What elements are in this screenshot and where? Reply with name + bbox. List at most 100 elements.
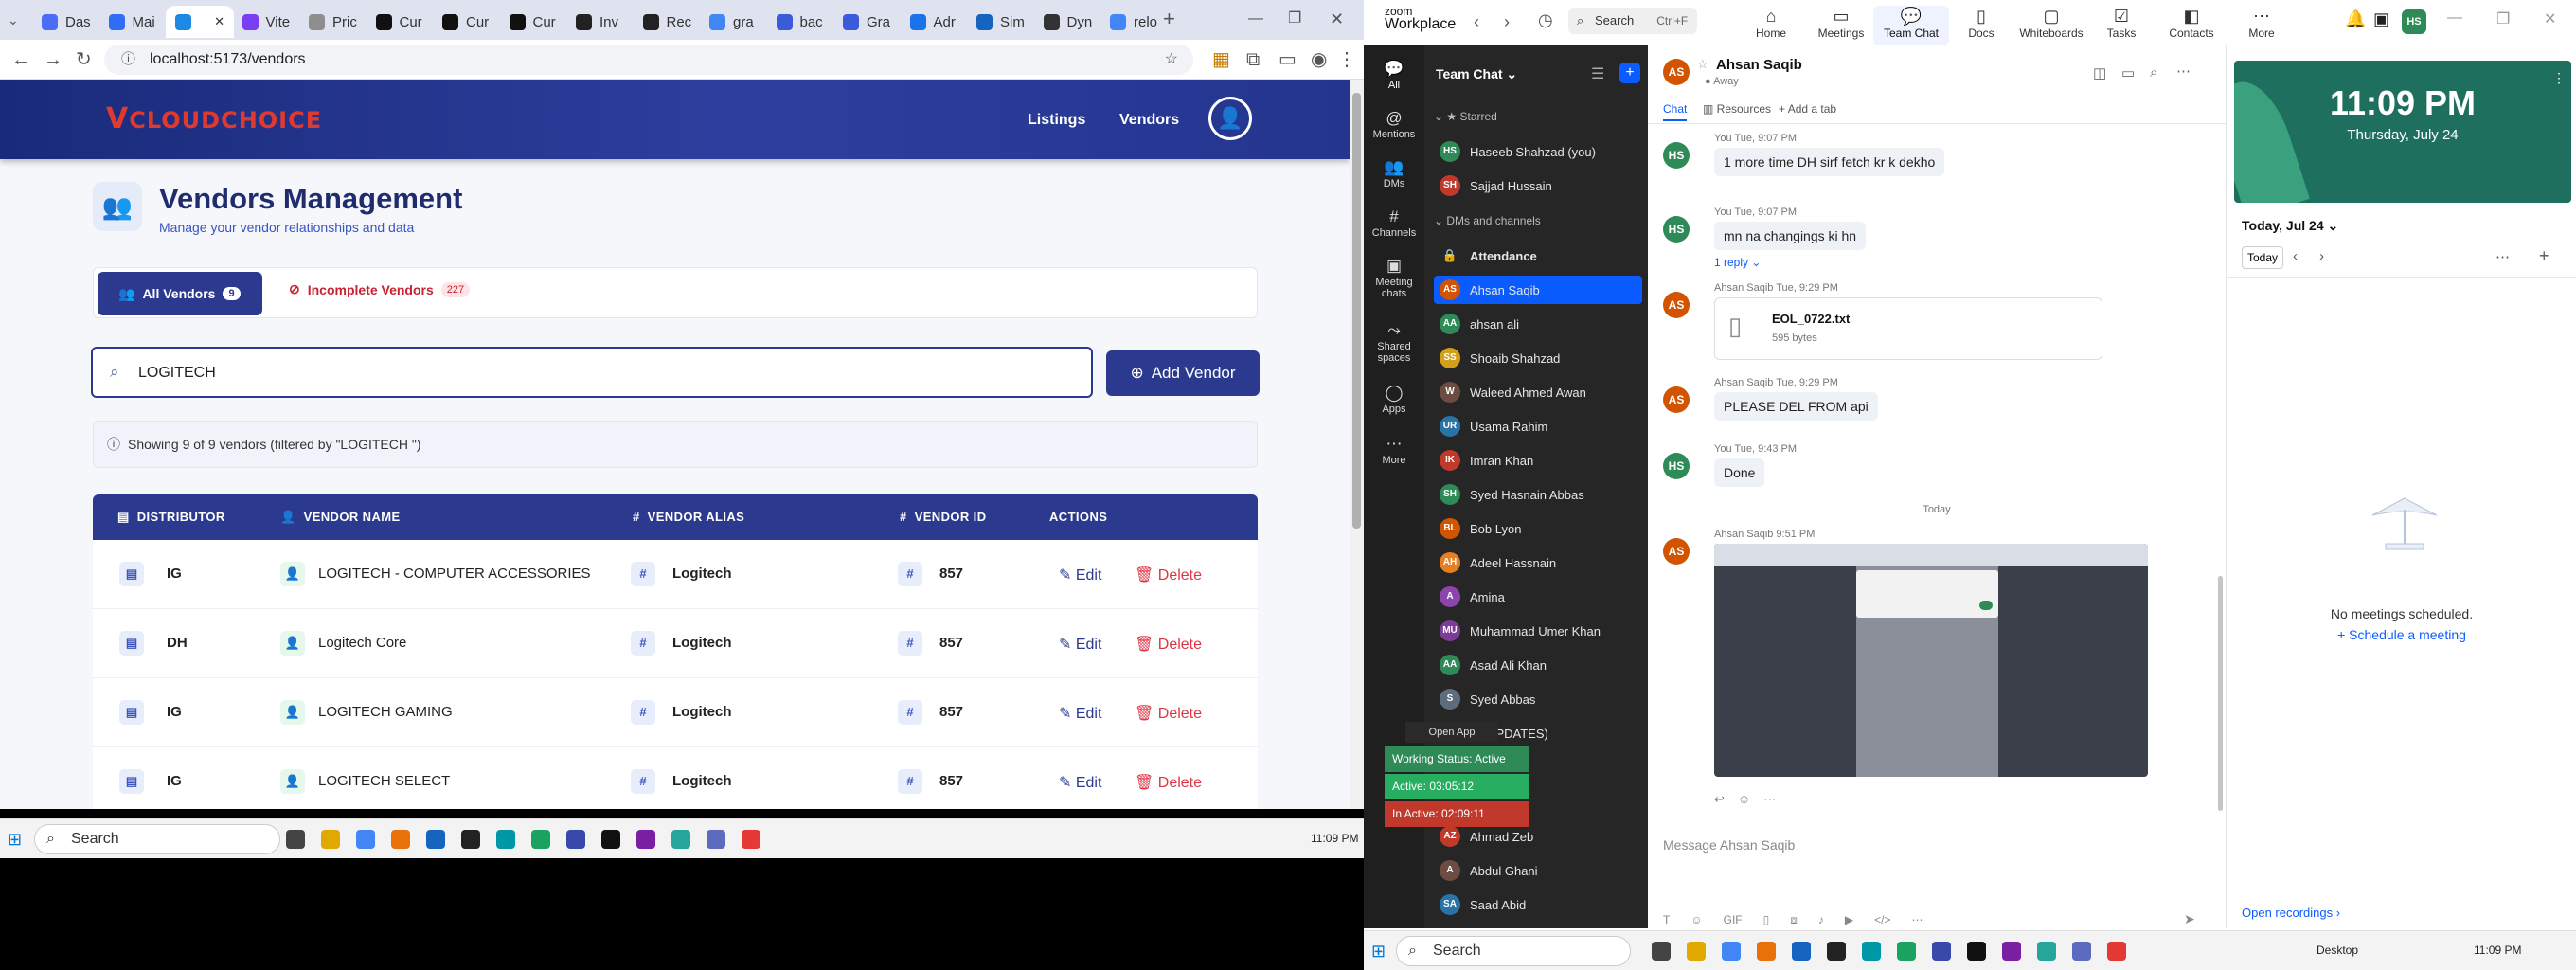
reply-icon[interactable]: ↩: [1714, 792, 1725, 807]
minimize-icon[interactable]: —: [1248, 9, 1263, 28]
tab-add[interactable]: + Add a tab: [1779, 102, 1836, 116]
calendar-day-label[interactable]: Today, Jul 24 ⌄: [2242, 218, 2338, 234]
taskbar-right-app-icon[interactable]: [1722, 942, 1741, 961]
app-icon[interactable]: ▣: [2373, 9, 2389, 29]
taskbar-right-app-icon[interactable]: [1687, 942, 1706, 961]
zoom-nav-item[interactable]: ☑ Tasks: [2084, 6, 2159, 40]
edit-button[interactable]: ✎ Edit: [1059, 704, 1101, 723]
compose-input[interactable]: Message Ahsan Saqib: [1663, 837, 1795, 853]
zoom-nav-item[interactable]: ⋯ More: [2224, 6, 2299, 40]
favorite-star-icon[interactable]: ☆: [1697, 57, 1708, 72]
chat-avatar[interactable]: AS: [1663, 59, 1690, 85]
rail-item[interactable]: ⤳ Shared spaces: [1364, 320, 1424, 364]
taskbar-right-app-icon[interactable]: [1652, 942, 1671, 961]
browser-tab[interactable]: Dyn: [1034, 6, 1100, 38]
zoom-nav-item[interactable]: ▯ Docs: [1943, 6, 2019, 40]
rail-item[interactable]: 💬 All: [1364, 59, 1424, 91]
edit-button[interactable]: ✎ Edit: [1059, 773, 1101, 792]
reload-icon[interactable]: ↻: [76, 50, 92, 69]
tab-search-icon[interactable]: ⌄: [8, 10, 19, 29]
taskbar-app-icon[interactable]: [531, 830, 550, 849]
open-recordings-link[interactable]: Open recordings ›: [2242, 906, 2340, 920]
page-scrollbar[interactable]: [1350, 80, 1364, 809]
chat-more-icon[interactable]: ⋯: [2176, 63, 2191, 80]
taskbar-right-app-icon[interactable]: [1757, 942, 1776, 961]
notifications-bell-icon[interactable]: 🔔: [2345, 9, 2366, 29]
taskbar-search-right[interactable]: ⌕ Search: [1396, 936, 1631, 966]
browser-tab[interactable]: Cur: [367, 6, 433, 38]
sidepanel-icon[interactable]: ▭: [1279, 50, 1297, 69]
dm-header[interactable]: ⌄ DMs and channels: [1434, 214, 1541, 227]
browser-tab[interactable]: relo: [1100, 6, 1167, 38]
reply-count-link[interactable]: 1 reply ⌄: [1714, 256, 1761, 269]
tab-incomplete-vendors[interactable]: ⊘ Incomplete Vendors 227: [289, 281, 471, 297]
gif-icon[interactable]: GIF: [1724, 913, 1743, 927]
sidebar-chat-item[interactable]: A Amina: [1434, 583, 1642, 611]
sidebar-chat-item[interactable]: HS Haseeb Shahzad (you): [1434, 137, 1642, 166]
message-bubble[interactable]: PLEASE DEL FROM api: [1714, 392, 1878, 421]
rail-item[interactable]: ⋯ More: [1364, 434, 1424, 466]
browser-tab[interactable]: ✕: [166, 6, 234, 38]
zoom-minimize-icon[interactable]: —: [2447, 9, 2462, 27]
tab-all-vendors[interactable]: 👥 All Vendors 9: [98, 272, 262, 315]
calendar-add-icon[interactable]: +: [2539, 246, 2549, 266]
sidebar-chat-item[interactable]: AS Ahsan Saqib: [1434, 276, 1642, 304]
calendar-next-icon[interactable]: ›: [2319, 248, 2324, 264]
tab-close-icon[interactable]: ✕: [214, 14, 224, 29]
zoom-back-icon[interactable]: ‹: [1474, 12, 1479, 32]
filter-icon[interactable]: ☰: [1591, 64, 1604, 83]
rail-item[interactable]: @ Mentions: [1364, 108, 1424, 140]
chat-contact-name[interactable]: Ahsan Saqib: [1716, 57, 1802, 73]
taskbar-right-app-icon[interactable]: [2107, 942, 2126, 961]
taskbar-right-app-icon[interactable]: [1827, 942, 1846, 961]
message-bubble[interactable]: 1 more time DH sirf fetch kr k dekho: [1714, 148, 1945, 176]
zoom-nav-item[interactable]: 💬 Team Chat: [1873, 6, 1949, 45]
sidebar-chat-item[interactable]: IK Imran Khan: [1434, 446, 1642, 475]
zoom-close-icon[interactable]: ✕: [2544, 9, 2556, 28]
menu-dots-icon[interactable]: ⋮: [1337, 50, 1356, 69]
edit-button[interactable]: ✎ Edit: [1059, 635, 1101, 654]
taskbar-app-icon[interactable]: [601, 830, 620, 849]
browser-tab[interactable]: Inv: [566, 6, 633, 38]
message-more-icon[interactable]: ⋯: [1763, 792, 1776, 807]
zoom-nav-item[interactable]: ▭ Meetings: [1803, 6, 1879, 40]
video-icon[interactable]: ▶: [1845, 913, 1853, 927]
sidebar-chat-item[interactable]: SS Shoaib Shahzad: [1434, 344, 1642, 372]
taskbar-right-app-icon[interactable]: [1862, 942, 1881, 961]
chat-scrollbar[interactable]: [2218, 576, 2223, 811]
sidebar-chat-item[interactable]: SH Sajjad Hussain: [1434, 171, 1642, 200]
taskbar-app-icon[interactable]: [566, 830, 585, 849]
maximize-icon[interactable]: ❐: [1288, 9, 1301, 28]
delete-button[interactable]: 🗑 Delete: [1135, 773, 1202, 792]
desktop-label[interactable]: Desktop: [2317, 943, 2358, 957]
taskbar-app-icon[interactable]: [707, 830, 725, 849]
chat-search-icon[interactable]: ⌕: [2150, 64, 2157, 81]
format-text-icon[interactable]: T: [1663, 913, 1670, 927]
video-call-icon[interactable]: ◫: [2093, 64, 2106, 81]
sidebar-chat-item[interactable]: BL Bob Lyon: [1434, 514, 1642, 543]
open-app-label[interactable]: Open App: [1405, 722, 1498, 743]
sidebar-chat-item[interactable]: AA Asad Ali Khan: [1434, 651, 1642, 679]
rail-item[interactable]: ▣ Meeting chats: [1364, 256, 1424, 299]
zoom-nav-item[interactable]: ⌂ Home: [1733, 6, 1809, 40]
scrollbar-thumb[interactable]: [1352, 93, 1361, 529]
taskbar-app-icon[interactable]: [461, 830, 480, 849]
site-info-icon[interactable]: ⓘ: [121, 45, 135, 75]
code-icon[interactable]: </>: [1874, 913, 1890, 927]
audio-icon[interactable]: ♪: [1818, 913, 1824, 927]
start-windows-icon-right[interactable]: ⊞: [1371, 942, 1386, 961]
brand-logo[interactable]: VCLOUDCHOICE: [106, 102, 322, 135]
taskbar-app-icon[interactable]: [636, 830, 655, 849]
send-icon[interactable]: ➤: [2184, 911, 2195, 927]
rail-item[interactable]: 👥 DMs: [1364, 157, 1424, 189]
bookmark-star-icon[interactable]: ☆: [1165, 45, 1178, 75]
taskbar-app-icon[interactable]: [426, 830, 445, 849]
profile-icon[interactable]: ◉: [1311, 50, 1327, 69]
edit-button[interactable]: ✎ Edit: [1059, 566, 1101, 584]
close-window-icon[interactable]: ✕: [1330, 9, 1344, 28]
browser-tab[interactable]: Cur: [433, 6, 499, 38]
start-windows-icon[interactable]: ⊞: [8, 830, 22, 850]
browser-tab[interactable]: Vite: [233, 6, 299, 38]
nav-listings[interactable]: Listings: [1028, 112, 1085, 129]
taskbar-app-icon[interactable]: [671, 830, 690, 849]
